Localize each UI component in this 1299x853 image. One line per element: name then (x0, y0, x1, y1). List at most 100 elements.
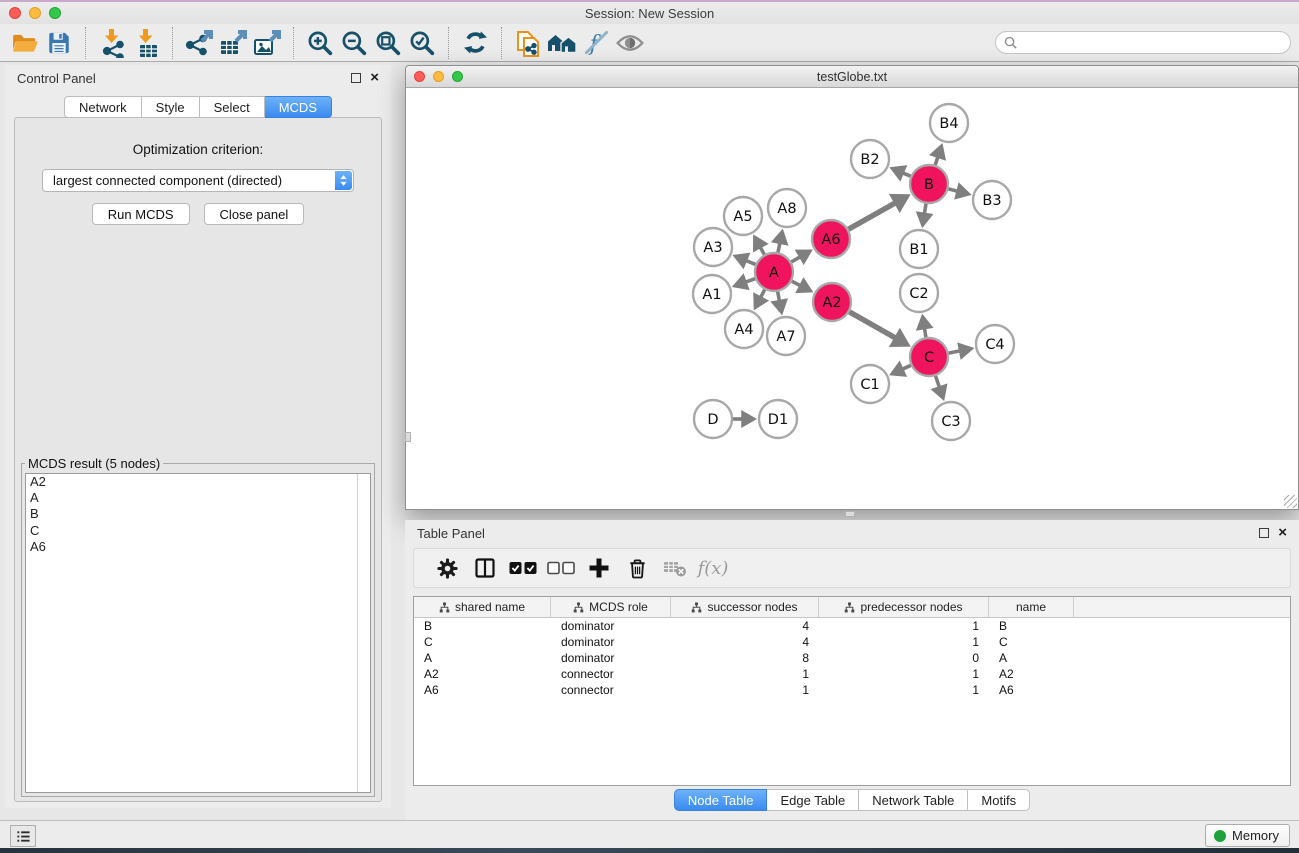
cell-mcds-role[interactable]: connector (551, 682, 671, 698)
cell-predecessor-nodes[interactable]: 0 (819, 650, 989, 666)
import-table-icon[interactable] (129, 26, 163, 60)
network-zoom-light[interactable] (452, 71, 463, 82)
tab-style[interactable]: Style (142, 96, 200, 118)
cell-shared-name[interactable]: C (414, 634, 551, 650)
cell-mcds-role[interactable]: dominator (551, 650, 671, 666)
export-image-icon[interactable] (250, 26, 284, 60)
table-row[interactable]: Bdominator41B (414, 618, 1290, 634)
tab-network-table[interactable]: Network Table (859, 789, 968, 811)
result-list-item[interactable]: B (26, 506, 370, 522)
window-resize-grip[interactable] (1284, 495, 1297, 508)
cell-name[interactable]: A2 (989, 666, 1074, 682)
delete-row-icon[interactable] (618, 551, 656, 585)
columns-icon[interactable] (466, 551, 504, 585)
network-graph[interactable]: AA1A3A4A5A7A8A6A2BB1B2B3B4CC1C2C3C4DD1 (407, 89, 1297, 508)
toggle-labels-icon[interactable]: f (579, 26, 613, 60)
column-header-mcds-role[interactable]: MCDS role (551, 597, 671, 617)
open-session-icon[interactable] (8, 26, 42, 60)
import-network-icon[interactable] (95, 26, 129, 60)
task-history-button[interactable] (10, 825, 36, 847)
cell-predecessor-nodes[interactable]: 1 (819, 634, 989, 650)
cell-name[interactable]: B (989, 618, 1074, 634)
cell-successor-nodes[interactable]: 4 (671, 618, 819, 634)
run-mcds-button[interactable]: Run MCDS (92, 203, 190, 225)
network-minimize-light[interactable] (433, 71, 444, 82)
tab-mcds[interactable]: MCDS (265, 96, 332, 118)
tab-motifs[interactable]: Motifs (968, 789, 1030, 811)
close-window-light[interactable] (9, 7, 21, 19)
float-table-panel-icon[interactable] (1259, 528, 1269, 538)
close-panel-button[interactable]: Close panel (204, 203, 305, 225)
column-header-name[interactable]: name (989, 597, 1074, 617)
cell-name[interactable]: A (989, 650, 1074, 666)
result-list-item[interactable]: A (26, 490, 370, 506)
table-row[interactable]: Adominator80A (414, 650, 1290, 666)
save-session-icon[interactable] (42, 26, 76, 60)
zoom-selected-icon[interactable] (405, 26, 439, 60)
network-canvas[interactable]: AA1A3A4A5A7A8A6A2BB1B2B3B4CC1C2C3C4DD1 (407, 89, 1297, 508)
network-close-light[interactable] (414, 71, 425, 82)
first-neighbors-icon[interactable] (545, 26, 579, 60)
tab-edge-table[interactable]: Edge Table (767, 789, 859, 811)
column-header-shared-name[interactable]: shared name (414, 597, 551, 617)
memory-button[interactable]: Memory (1205, 824, 1290, 847)
result-scrollbar[interactable] (357, 474, 370, 792)
table-row[interactable]: A6connector11A6 (414, 682, 1290, 698)
cell-successor-nodes[interactable]: 4 (671, 634, 819, 650)
cell-successor-nodes[interactable]: 1 (671, 682, 819, 698)
splitpane-grip-left[interactable] (405, 432, 411, 442)
minimize-window-light[interactable] (29, 7, 41, 19)
column-header-predecessor-nodes[interactable]: predecessor nodes (819, 597, 989, 617)
tab-node-table[interactable]: Node Table (674, 789, 768, 811)
window-title: Session: New Session (0, 6, 1299, 21)
refresh-icon[interactable] (458, 26, 492, 60)
cell-name[interactable]: A6 (989, 682, 1074, 698)
cell-successor-nodes[interactable]: 1 (671, 666, 819, 682)
edge-A6-B[interactable] (848, 202, 896, 229)
edge-A2-C[interactable] (849, 312, 897, 339)
result-list-item[interactable]: A2 (26, 474, 370, 490)
cell-predecessor-nodes[interactable]: 1 (819, 666, 989, 682)
cell-mcds-role[interactable]: connector (551, 666, 671, 682)
cell-mcds-role[interactable]: dominator (551, 634, 671, 650)
network-window-titlebar[interactable]: testGlobe.txt (406, 66, 1298, 88)
close-table-panel-icon[interactable]: × (1278, 528, 1287, 538)
criterion-dropdown[interactable]: largest connected component (directed) (42, 169, 354, 192)
cell-predecessor-nodes[interactable]: 1 (819, 682, 989, 698)
deselect-all-checkboxes-icon[interactable] (542, 551, 580, 585)
cell-shared-name[interactable]: A6 (414, 682, 551, 698)
tab-network[interactable]: Network (64, 96, 142, 118)
cell-successor-nodes[interactable]: 8 (671, 650, 819, 666)
zoom-out-icon[interactable] (337, 26, 371, 60)
cell-predecessor-nodes[interactable]: 1 (819, 618, 989, 634)
cell-shared-name[interactable]: A (414, 650, 551, 666)
search-input[interactable] (1022, 36, 1282, 50)
network-from-file-icon[interactable] (511, 26, 545, 60)
select-all-checkboxes-icon[interactable] (504, 551, 542, 585)
tab-select[interactable]: Select (200, 96, 265, 118)
gear-icon[interactable] (428, 551, 466, 585)
table-panel-tabs: Node TableEdge TableNetwork TableMotifs (405, 789, 1299, 811)
result-list-item[interactable]: C (26, 523, 370, 539)
function-builder-icon[interactable]: f(x) (694, 551, 732, 585)
float-panel-icon[interactable] (351, 73, 361, 83)
cell-shared-name[interactable]: A2 (414, 666, 551, 682)
delete-table-icon[interactable] (656, 551, 694, 585)
result-list-item[interactable]: A6 (26, 539, 370, 555)
cell-shared-name[interactable]: B (414, 618, 551, 634)
splitpane-grip-bottom[interactable] (845, 511, 855, 517)
export-network-icon[interactable] (182, 26, 216, 60)
cell-mcds-role[interactable]: dominator (551, 618, 671, 634)
zoom-fit-icon[interactable] (371, 26, 405, 60)
cell-name[interactable]: C (989, 634, 1074, 650)
export-table-icon[interactable] (216, 26, 250, 60)
close-panel-icon[interactable]: × (370, 73, 379, 83)
zoom-in-icon[interactable] (303, 26, 337, 60)
eye-icon[interactable] (613, 26, 647, 60)
table-row[interactable]: Cdominator41C (414, 634, 1290, 650)
search-box[interactable] (995, 31, 1291, 54)
add-row-icon[interactable] (580, 551, 618, 585)
column-header-successor-nodes[interactable]: successor nodes (671, 597, 819, 617)
table-row[interactable]: A2connector11A2 (414, 666, 1290, 682)
zoom-window-light[interactable] (49, 7, 61, 19)
